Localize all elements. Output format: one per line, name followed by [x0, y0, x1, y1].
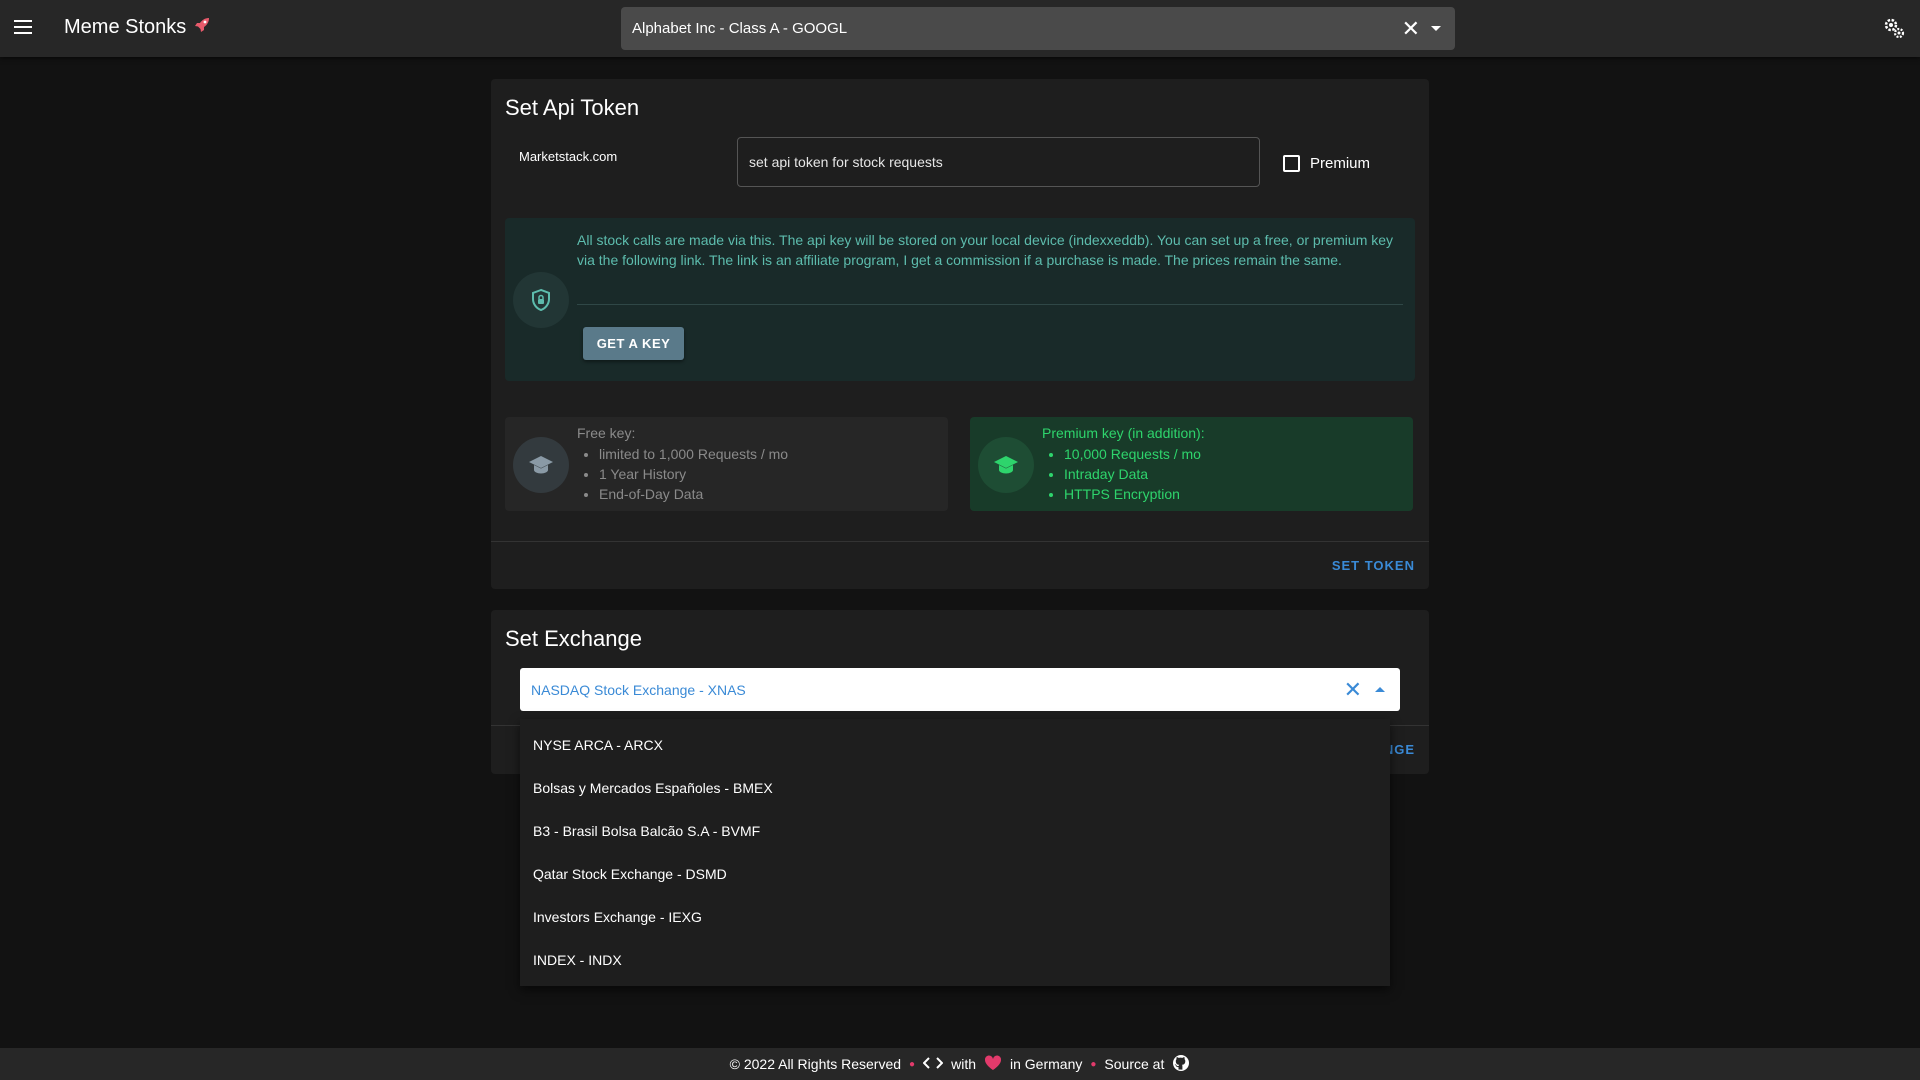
divider: [491, 541, 1429, 542]
list-item: 1 Year History: [599, 464, 788, 484]
exchange-option[interactable]: B3 - Brasil Bolsa Balcão S.A - BVMF: [520, 809, 1390, 852]
get-key-button[interactable]: GET A KEY: [583, 327, 684, 360]
list-item: Intraday Data: [1064, 464, 1201, 484]
heart-icon: [984, 1054, 1002, 1074]
exchange-option[interactable]: INDEX - INDX: [520, 938, 1390, 981]
info-text: All stock calls are made via this. The a…: [577, 232, 1394, 268]
free-key-title: Free key:: [577, 425, 636, 441]
exchange-select-value: NASDAQ Stock Exchange - XNAS: [531, 681, 746, 698]
info-alert: All stock calls are made via this. The a…: [505, 218, 1415, 381]
list-item: End-of-Day Data: [599, 484, 788, 504]
exchange-option[interactable]: Bolsas y Mercados Españoles - BMEX: [520, 766, 1390, 809]
stock-select[interactable]: Alphabet Inc - Class A - GOOGL ✕: [621, 7, 1455, 50]
premium-checkbox[interactable]: [1283, 155, 1300, 172]
copyright-text: © 2022 All Rights Reserved: [729, 1056, 902, 1072]
github-icon[interactable]: [1172, 1054, 1190, 1075]
code-icon: [922, 1056, 944, 1073]
list-item: HTTPS Encryption: [1064, 484, 1201, 504]
free-key-box: Free key: limited to 1,000 Requests / mo…: [505, 417, 948, 511]
stock-select-value: Alphabet Inc - Class A - GOOGL: [632, 20, 848, 37]
premium-key-title: Premium key (in addition):: [1042, 425, 1205, 441]
with-text: with: [951, 1056, 976, 1072]
list-item: 10,000 Requests / mo: [1064, 444, 1201, 464]
shield-lock-icon: [513, 272, 569, 328]
list-item: limited to 1,000 Requests / mo: [599, 444, 788, 464]
clear-icon[interactable]: ✕: [1344, 677, 1362, 703]
premium-label: Premium: [1310, 155, 1371, 172]
exchange-option[interactable]: Qatar Stock Exchange - DSMD: [520, 852, 1390, 895]
provider-label: Marketstack.com: [519, 149, 618, 164]
set-token-button[interactable]: SET TOKEN: [1332, 558, 1415, 573]
api-token-title: Set Api Token: [505, 95, 640, 120]
exchange-option[interactable]: Investors Exchange - IEXG: [520, 895, 1390, 938]
gears-icon[interactable]: [1882, 16, 1906, 40]
exchange-title: Set Exchange: [505, 626, 642, 651]
in-germany-text: in Germany: [1010, 1056, 1083, 1072]
clear-icon[interactable]: ✕: [1402, 16, 1420, 42]
exchange-dropdown: NYSE ARCA - ARCX Bolsas y Mercados Españ…: [520, 719, 1390, 986]
divider: [577, 304, 1403, 305]
exchange-select[interactable]: NASDAQ Stock Exchange - XNAS ✕: [520, 668, 1400, 711]
api-token-card: Set Api Token Marketstack.com Premium Al…: [491, 79, 1429, 589]
rocket-icon: [194, 17, 210, 38]
app-title: Meme Stonks: [64, 16, 210, 39]
footer: © 2022 All Rights Reserved ● with in Ger…: [0, 1048, 1920, 1080]
graduation-cap-icon: [978, 437, 1034, 493]
premium-key-list: 10,000 Requests / mo Intraday Data HTTPS…: [1064, 444, 1201, 504]
menu-icon[interactable]: [14, 16, 36, 38]
chevron-up-icon[interactable]: [1375, 687, 1385, 692]
app-bar: Meme Stonks Alphabet Inc - Class A - GOO…: [0, 0, 1920, 57]
chevron-down-icon[interactable]: [1431, 26, 1441, 31]
dot-separator: ●: [1090, 1058, 1097, 1070]
dot-separator: ●: [909, 1058, 916, 1070]
premium-checkbox-wrap[interactable]: Premium: [1283, 155, 1370, 172]
graduation-cap-icon: [513, 437, 569, 493]
premium-key-box: Premium key (in addition): 10,000 Reques…: [970, 417, 1413, 511]
exchange-option[interactable]: NYSE ARCA - ARCX: [520, 723, 1390, 766]
app-title-text: Meme Stonks: [64, 16, 187, 38]
free-key-list: limited to 1,000 Requests / mo 1 Year Hi…: [599, 444, 788, 504]
api-token-input[interactable]: [737, 137, 1260, 187]
source-text: Source at: [1104, 1056, 1165, 1072]
